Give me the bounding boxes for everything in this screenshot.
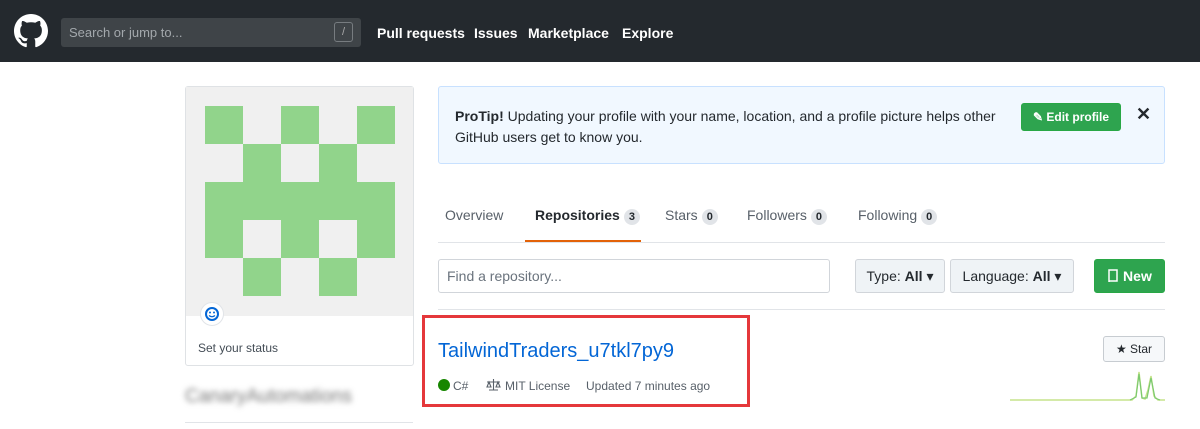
language-filter-label: Language: bbox=[962, 267, 1029, 284]
tab-following[interactable]: Following 0 bbox=[858, 207, 938, 225]
global-search[interactable] bbox=[61, 18, 361, 47]
repo-book-icon bbox=[1108, 269, 1118, 283]
find-repository-input[interactable] bbox=[438, 259, 830, 293]
global-search-input[interactable] bbox=[61, 18, 331, 47]
tab-repositories[interactable]: Repositories 3 bbox=[535, 207, 640, 225]
tab-counter: 3 bbox=[623, 209, 640, 225]
star-button[interactable]: ★ Star bbox=[1103, 336, 1165, 362]
tab-stars[interactable]: Stars 0 bbox=[665, 207, 718, 225]
new-button-label: New bbox=[1123, 268, 1152, 284]
profile-avatar-card: Set your status bbox=[185, 86, 414, 366]
repo-updated-time: Updated 7 minutes ago bbox=[586, 379, 711, 393]
nav-marketplace[interactable]: Marketplace bbox=[528, 25, 609, 41]
nav-pull-requests[interactable]: Pull requests bbox=[377, 25, 465, 41]
tab-label: Stars bbox=[665, 207, 698, 223]
smiley-icon bbox=[205, 307, 219, 321]
language-filter-value: All bbox=[1032, 267, 1051, 284]
edit-profile-label: Edit profile bbox=[1046, 110, 1110, 124]
edit-profile-button[interactable]: ✎ Edit profile bbox=[1021, 103, 1121, 131]
protip-message: ProTip! Updating your profile with your … bbox=[455, 106, 1015, 148]
tab-followers[interactable]: Followers 0 bbox=[747, 207, 828, 225]
tab-label: Repositories bbox=[535, 207, 620, 223]
selected-tab-indicator bbox=[525, 240, 641, 242]
nav-issues[interactable]: Issues bbox=[474, 25, 518, 41]
tab-label: Following bbox=[858, 207, 918, 223]
sidebar-divider bbox=[185, 422, 413, 423]
star-button-label: Star bbox=[1130, 342, 1153, 356]
law-scale-icon bbox=[486, 379, 501, 391]
profile-username-blurred: CanaryAutomations bbox=[185, 386, 352, 407]
status-emoji-button[interactable] bbox=[200, 302, 224, 326]
nav-explore[interactable]: Explore bbox=[622, 25, 673, 41]
repo-language: C# bbox=[453, 379, 469, 393]
tab-counter: 0 bbox=[921, 209, 938, 225]
tab-label: Overview bbox=[445, 207, 504, 223]
protip-body: Updating your profile with your name, lo… bbox=[455, 108, 996, 145]
tab-counter: 0 bbox=[810, 209, 828, 225]
profile-tabs: Overview Repositories 3 Stars 0 Followers 0… bbox=[438, 190, 1165, 243]
caret-down-icon: ▾ bbox=[1054, 267, 1062, 284]
activity-sparkline bbox=[1010, 371, 1165, 401]
identicon-avatar[interactable] bbox=[186, 87, 413, 316]
caret-down-icon: ▾ bbox=[926, 267, 934, 284]
repo-license[interactable]: MIT License bbox=[505, 379, 570, 393]
tab-counter: 0 bbox=[701, 209, 718, 225]
tab-overview[interactable]: Overview bbox=[445, 207, 503, 223]
repo-name-link[interactable]: TailwindTraders_u7tkl7py9 bbox=[438, 340, 674, 363]
set-status-link[interactable]: Set your status bbox=[198, 341, 278, 355]
close-icon[interactable]: ✕ bbox=[1136, 104, 1151, 125]
type-filter-label: Type: bbox=[866, 267, 901, 284]
type-filter-value: All bbox=[904, 267, 923, 284]
tab-label: Followers bbox=[747, 207, 807, 223]
new-repository-button[interactable]: New bbox=[1094, 259, 1165, 293]
type-filter-dropdown[interactable]: Type: All ▾ bbox=[855, 259, 945, 293]
github-logo-icon[interactable] bbox=[14, 14, 48, 48]
repo-list-divider bbox=[438, 309, 1165, 310]
pencil-icon: ✎ bbox=[1032, 110, 1044, 124]
protip-banner: ProTip! Updating your profile with your … bbox=[438, 86, 1165, 164]
language-color-dot bbox=[438, 379, 450, 391]
protip-lead: ProTip! bbox=[455, 108, 504, 124]
star-icon: ★ bbox=[1115, 342, 1127, 356]
slash-shortcut-hint: / bbox=[334, 22, 353, 42]
top-header: / Pull requests Issues Marketplace Explo… bbox=[0, 0, 1200, 62]
language-filter-dropdown[interactable]: Language: All ▾ bbox=[950, 259, 1074, 293]
